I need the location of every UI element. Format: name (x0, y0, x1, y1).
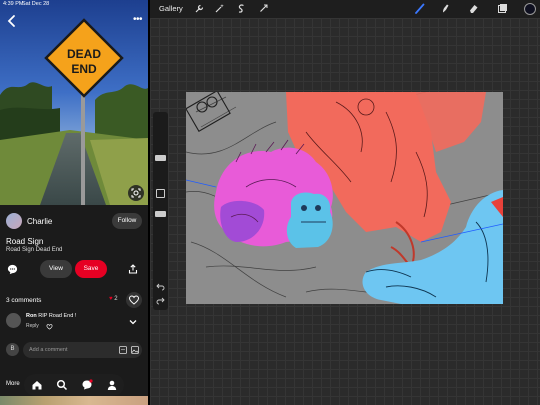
add-comment-row: B Add a comment (6, 342, 142, 358)
procreate-toolbar: Gallery (150, 0, 540, 18)
like-button[interactable] (126, 292, 142, 308)
brush-icon[interactable] (414, 3, 425, 14)
pin-title: Road Sign (6, 237, 44, 246)
pin-description: Road Sign Dead End (6, 247, 63, 253)
save-button[interactable]: Save (75, 260, 107, 278)
more-options-icon[interactable]: ••• (133, 14, 143, 25)
author-row: Charlie Follow (0, 210, 148, 232)
reply-link[interactable]: Reply (26, 323, 39, 329)
comment-bubble-icon[interactable] (7, 264, 18, 275)
brush-sidebar (153, 112, 168, 310)
messages-icon[interactable] (81, 379, 93, 391)
status-bar: 4:39 PM Sat Dec 28 (0, 0, 148, 8)
redo-icon[interactable] (156, 296, 165, 305)
wrench-icon[interactable] (194, 3, 205, 14)
comment-body: RIP Road End ! (38, 313, 77, 319)
comment-text: Ron RIP Road End ! (26, 313, 76, 319)
comment-input[interactable]: Add a comment (23, 342, 142, 358)
home-icon[interactable] (31, 379, 43, 391)
heart-icon: ♥ (109, 296, 113, 302)
sign-line2: END (71, 62, 97, 76)
comment-placeholder: Add a comment (29, 347, 68, 353)
undo-icon[interactable] (156, 282, 165, 291)
comments-likes: ♥ 2 (109, 296, 118, 302)
more-section-label: More (6, 381, 20, 387)
more-pins-strip[interactable] (0, 396, 148, 405)
share-icon[interactable] (128, 264, 138, 274)
visual-search-icon[interactable] (128, 185, 144, 201)
pin-image[interactable]: DEAD END (0, 0, 148, 205)
procreate-app: Gallery (150, 0, 540, 405)
magic-wand-icon[interactable] (214, 3, 225, 14)
profile-icon[interactable] (106, 379, 118, 391)
likes-count: 2 (114, 296, 118, 302)
status-date: Sat Dec 28 (22, 1, 50, 7)
drawing-canvas[interactable] (186, 92, 503, 304)
status-time: 4:39 PM (3, 1, 24, 7)
follow-button[interactable]: Follow (112, 213, 142, 229)
smudge-icon[interactable] (440, 3, 451, 14)
comment-author[interactable]: Ron (26, 313, 37, 319)
image-icon[interactable] (131, 346, 139, 354)
gallery-button[interactable]: Gallery (159, 4, 183, 13)
chevron-down-icon[interactable] (128, 317, 138, 327)
color-picker-button[interactable] (524, 3, 536, 15)
heart-outline-icon (128, 295, 140, 305)
opacity-slider[interactable] (155, 211, 166, 217)
transform-icon[interactable] (258, 3, 269, 14)
author-name[interactable]: Charlie (27, 217, 52, 226)
comment-item: Ron RIP Road End ! Reply (0, 312, 148, 332)
search-icon[interactable] (56, 379, 68, 391)
author-avatar[interactable] (6, 213, 22, 229)
pinterest-panel: DEAD END 4:39 PM Sat Dec 28 ••• Charlie … (0, 0, 148, 405)
comments-count: 3 comments (6, 297, 42, 304)
bottom-nav (24, 374, 124, 396)
selection-icon[interactable] (236, 3, 247, 14)
layers-icon[interactable] (497, 3, 508, 14)
comment-heart-icon[interactable] (46, 323, 53, 330)
commenter-avatar[interactable] (6, 313, 21, 328)
user-avatar: B (6, 343, 19, 356)
modify-button[interactable] (156, 189, 165, 198)
sticker-icon[interactable] (119, 346, 127, 354)
sign-line1: DEAD (67, 47, 101, 61)
back-arrow-icon[interactable] (5, 14, 19, 28)
pin-actions: View Save (0, 259, 148, 279)
eraser-icon[interactable] (468, 3, 479, 14)
brush-size-slider[interactable] (155, 155, 166, 161)
view-button[interactable]: View (40, 260, 72, 278)
